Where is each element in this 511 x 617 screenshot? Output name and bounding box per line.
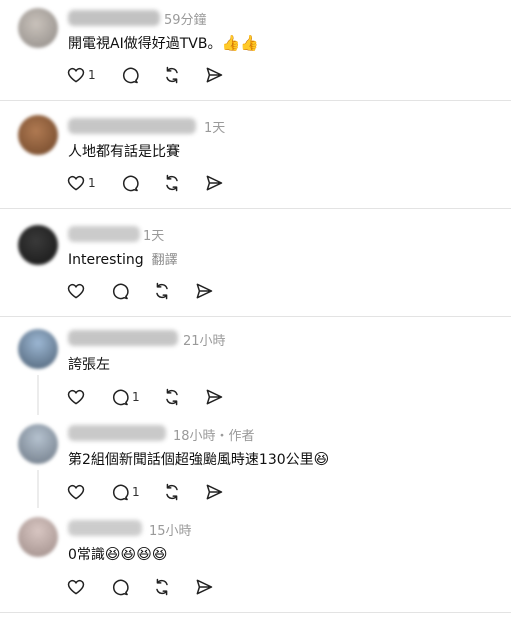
comment-actions: 1 — [66, 172, 246, 194]
reply-count: 1 — [132, 390, 140, 404]
send-icon — [206, 484, 223, 500]
comment-icon — [112, 283, 129, 300]
repost-icon — [166, 66, 178, 84]
reply-count: 1 — [132, 485, 140, 499]
comment-time: 15小時 — [149, 524, 192, 539]
thumbs-up-icon: 👍👍 — [221, 34, 259, 52]
reply-button[interactable]: 1 — [110, 386, 140, 408]
heart-icon — [67, 484, 85, 500]
avatar[interactable] — [18, 8, 58, 48]
divider — [0, 316, 511, 317]
repost-icon — [156, 282, 168, 300]
like-button[interactable]: 1 — [66, 172, 96, 194]
heart-icon — [67, 67, 85, 83]
heart-icon — [67, 389, 85, 405]
grinning-face-icon: 😆 — [313, 450, 330, 468]
comment-actions — [66, 280, 246, 302]
comment-icon — [122, 67, 139, 84]
avatar[interactable] — [18, 517, 58, 557]
comment-icon — [112, 389, 129, 406]
comment-icon — [112, 579, 129, 596]
comment-text-content: Interesting — [68, 252, 144, 268]
reply-button[interactable]: 1 — [110, 481, 140, 503]
avatar[interactable] — [18, 115, 58, 155]
comment-icon — [112, 484, 129, 501]
comment-time: 59分鐘 — [164, 13, 207, 28]
comment-time: 1天 — [143, 229, 165, 244]
avatar[interactable] — [18, 329, 58, 369]
send-icon — [196, 579, 213, 595]
repost-button[interactable] — [162, 172, 182, 194]
reply-button[interactable] — [120, 64, 142, 86]
repost-button[interactable] — [162, 64, 182, 86]
thread-line — [37, 375, 39, 415]
author-name-blurred[interactable] — [68, 118, 196, 134]
author-name-blurred[interactable] — [68, 226, 140, 242]
like-button[interactable] — [66, 576, 86, 598]
translate-link[interactable]: 翻譯 — [152, 253, 178, 268]
repost-icon — [166, 174, 178, 192]
repost-icon — [166, 483, 178, 501]
divider — [0, 612, 511, 613]
comment-text: 開電視AI做得好過TVB。👍👍 — [68, 33, 259, 53]
author-name-blurred[interactable] — [68, 330, 178, 346]
share-button[interactable] — [204, 481, 224, 503]
repost-icon — [166, 388, 178, 406]
comment-time: 1天 — [204, 121, 226, 136]
comment-text: 誇張左 — [68, 357, 110, 373]
avatar[interactable] — [18, 225, 58, 265]
divider — [0, 208, 511, 209]
thread-line — [37, 470, 39, 508]
share-button[interactable] — [204, 64, 224, 86]
comment-text: 0常識😆😆😆😆 — [68, 544, 167, 564]
divider — [0, 100, 511, 101]
author-name-blurred[interactable] — [68, 520, 142, 536]
comment-icon — [122, 175, 139, 192]
like-count: 1 — [88, 68, 96, 82]
avatar[interactable] — [18, 424, 58, 464]
comment-actions — [66, 576, 246, 598]
comment-text-content: 開電視AI做得好過TVB。 — [68, 36, 222, 52]
reply-button[interactable] — [110, 280, 130, 302]
comment-actions: 1 — [66, 64, 246, 86]
comment-actions: 1 — [66, 386, 246, 408]
send-icon — [206, 175, 223, 191]
share-button[interactable] — [204, 386, 224, 408]
grinning-face-icon: 😆😆😆😆 — [104, 545, 168, 563]
heart-icon — [67, 175, 85, 191]
reply-button[interactable] — [120, 172, 142, 194]
comment-time: 21小時 — [183, 334, 226, 349]
share-button[interactable] — [194, 280, 214, 302]
like-button[interactable] — [66, 280, 86, 302]
share-button[interactable] — [204, 172, 224, 194]
repost-button[interactable] — [152, 280, 172, 302]
comment-actions: 1 — [66, 481, 246, 503]
comment-text: 第2組個新聞話個超強颱風時速130公里😆 — [68, 449, 329, 469]
author-name-blurred[interactable] — [68, 425, 166, 441]
send-icon — [196, 283, 213, 299]
heart-icon — [67, 283, 85, 299]
comment-text: 人地都有話是比賽 — [68, 144, 180, 160]
repost-button[interactable] — [162, 481, 182, 503]
repost-icon — [156, 578, 168, 596]
like-count: 1 — [88, 176, 96, 190]
comment-time: 18小時・作者 — [173, 429, 255, 444]
repost-button[interactable] — [162, 386, 182, 408]
heart-icon — [67, 579, 85, 595]
reply-button[interactable] — [110, 576, 130, 598]
like-button[interactable] — [66, 386, 86, 408]
like-button[interactable] — [66, 481, 86, 503]
send-icon — [206, 389, 223, 405]
repost-button[interactable] — [152, 576, 172, 598]
comment-text-content: 0常識 — [68, 547, 105, 563]
send-icon — [206, 67, 223, 83]
author-name-blurred[interactable] — [68, 10, 160, 26]
like-button[interactable]: 1 — [66, 64, 96, 86]
share-button[interactable] — [194, 576, 214, 598]
comment-text-content: 第2組個新聞話個超強颱風時速130公里 — [68, 452, 314, 468]
comment-text: Interesting 翻譯 — [68, 249, 178, 268]
